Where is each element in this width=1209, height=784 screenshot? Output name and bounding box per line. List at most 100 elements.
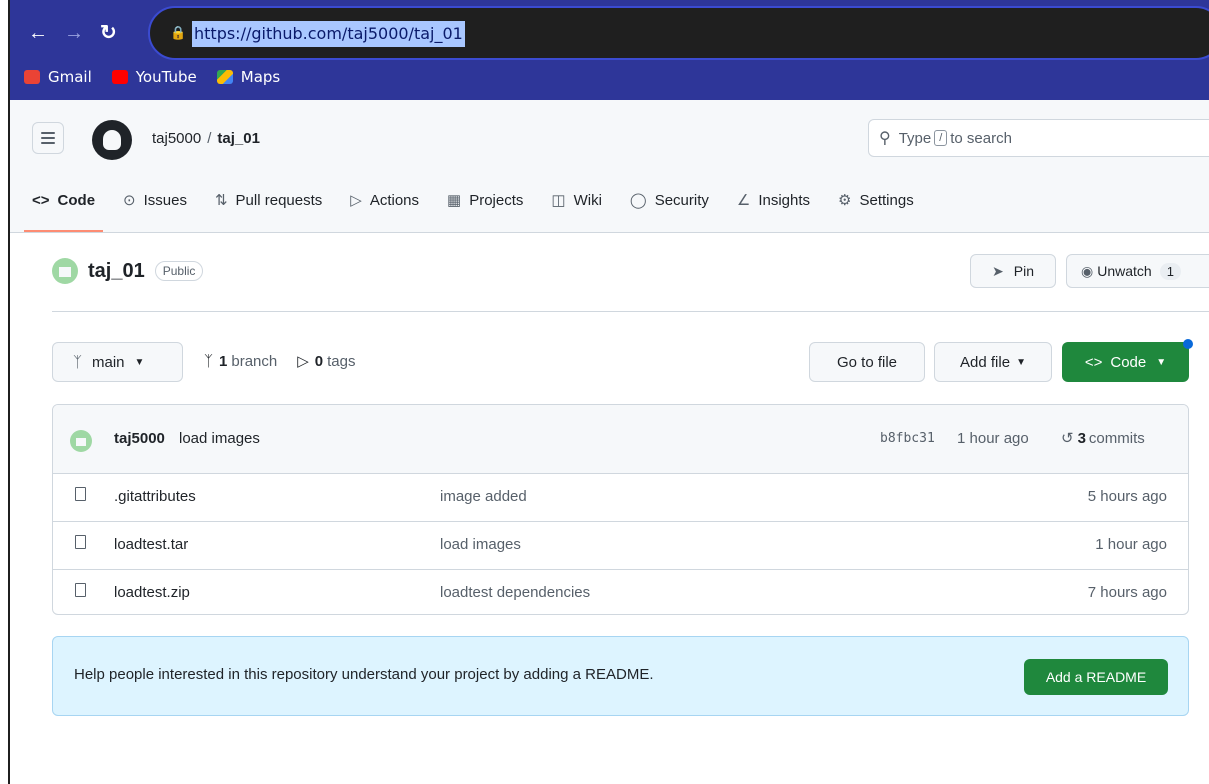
search-shortcut-key: / bbox=[934, 130, 948, 146]
eye-icon: ◉ bbox=[1081, 262, 1094, 279]
branch-icon: ᛉ bbox=[204, 352, 214, 370]
file-age: 7 hours ago bbox=[1087, 584, 1167, 601]
file-commit-message[interactable]: loadtest dependencies bbox=[440, 584, 590, 601]
tab-label: Code bbox=[57, 191, 96, 209]
code-label: Code bbox=[1110, 353, 1147, 371]
notification-dot bbox=[1183, 339, 1193, 349]
repo-tabs: <> Code ⊙ Issues ⇅ Pull requests ▷ Actions ▦… bbox=[23, 180, 942, 232]
youtube-icon bbox=[111, 70, 128, 84]
issue-icon: ⊙ bbox=[123, 192, 136, 209]
search-input[interactable]: ⚲ Type / to search bbox=[868, 119, 1209, 157]
shield-icon: ◯ bbox=[629, 192, 647, 209]
tab-label: Wiki bbox=[573, 191, 602, 209]
commit-message[interactable]: load images bbox=[179, 430, 260, 447]
tab-pull-requests[interactable]: ⇅ Pull requests bbox=[215, 180, 322, 220]
branch-tag-meta: ᛉ 1 branch ▷ 0 tags bbox=[204, 352, 355, 371]
caret-down-icon: ▼ bbox=[1016, 356, 1026, 368]
add-readme-button[interactable]: Add a README bbox=[1024, 659, 1168, 695]
watch-count: 1 bbox=[1159, 262, 1181, 280]
github-logo-icon[interactable] bbox=[92, 120, 132, 160]
history-icon: ↺ bbox=[1061, 430, 1074, 447]
table-icon: ▦ bbox=[447, 192, 462, 209]
tab-settings[interactable]: ⚙ Settings bbox=[838, 180, 914, 220]
code-button[interactable]: <> Code ▼ bbox=[1062, 342, 1189, 382]
branch-link[interactable]: branch bbox=[231, 353, 277, 370]
divider bbox=[52, 311, 1209, 312]
tag-count[interactable]: 0 bbox=[315, 353, 323, 370]
bookmark-maps[interactable]: Maps bbox=[216, 68, 280, 86]
gmail-icon bbox=[24, 70, 40, 84]
tab-label: Issues bbox=[143, 191, 187, 209]
book-icon: ◫ bbox=[551, 192, 566, 209]
avatar[interactable] bbox=[70, 430, 92, 452]
bookmark-gmail[interactable]: Gmail bbox=[24, 68, 92, 86]
file-icon bbox=[75, 535, 86, 549]
file-icon bbox=[75, 487, 86, 501]
menu-icon[interactable] bbox=[32, 122, 64, 154]
tab-code[interactable]: <> Code bbox=[23, 180, 104, 232]
file-browser: taj5000 load images b8fbc31 1 hour ago ↺… bbox=[52, 404, 1189, 615]
caret-down-icon: ▼ bbox=[134, 356, 145, 368]
unwatch-button[interactable]: ◉ Unwatch 1 bbox=[1066, 254, 1209, 288]
branch-select-button[interactable]: ᛉ main ▼ bbox=[52, 342, 183, 382]
breadcrumb: taj5000 / taj_01 bbox=[152, 130, 260, 147]
repo-name[interactable]: taj_01 bbox=[88, 260, 145, 283]
breadcrumb-owner[interactable]: taj5000 bbox=[152, 130, 201, 147]
tab-security[interactable]: ◯ Security bbox=[630, 180, 709, 220]
commit-time: 1 hour ago bbox=[957, 430, 1029, 447]
tab-wiki[interactable]: ◫ Wiki bbox=[551, 180, 602, 220]
play-icon: ▷ bbox=[350, 192, 362, 209]
file-commit-message[interactable]: image added bbox=[440, 488, 527, 505]
avatar[interactable] bbox=[52, 258, 78, 284]
bookmark-youtube[interactable]: YouTube bbox=[111, 68, 197, 86]
commits-link[interactable]: ↺ 3 commits bbox=[1061, 429, 1145, 448]
branch-name: main bbox=[92, 353, 125, 371]
arrow-right-icon[interactable]: → bbox=[64, 20, 84, 46]
branch-count[interactable]: 1 bbox=[219, 353, 227, 370]
arrow-left-icon[interactable]: ← bbox=[28, 20, 48, 46]
tab-label: Settings bbox=[859, 191, 914, 209]
file-name[interactable]: loadtest.zip bbox=[114, 584, 190, 601]
tags-link[interactable]: tags bbox=[327, 353, 355, 370]
code-icon: <> bbox=[1084, 353, 1103, 371]
gear-icon: ⚙ bbox=[838, 192, 852, 209]
url-text[interactable]: https://github.com/taj5000/taj_01 bbox=[192, 21, 465, 47]
commit-count: 3 bbox=[1077, 429, 1086, 447]
unwatch-label: Unwatch bbox=[1097, 263, 1152, 279]
file-name[interactable]: .gitattributes bbox=[114, 488, 196, 505]
pin-button[interactable]: ➤ Pin bbox=[970, 254, 1056, 288]
tab-label: Pull requests bbox=[235, 191, 323, 209]
latest-commit-row: taj5000 load images b8fbc31 1 hour ago ↺… bbox=[53, 405, 1188, 474]
search-icon: ⚲ bbox=[879, 130, 891, 147]
caret-down-icon: ▼ bbox=[1156, 356, 1167, 368]
file-row[interactable]: loadtest.zip loadtest dependencies 7 hou… bbox=[53, 570, 1188, 614]
go-to-file-button[interactable]: Go to file bbox=[809, 342, 925, 382]
commit-author[interactable]: taj5000 bbox=[114, 430, 165, 447]
pull-request-icon: ⇅ bbox=[214, 192, 228, 209]
breadcrumb-repo[interactable]: taj_01 bbox=[217, 130, 260, 147]
tab-insights[interactable]: ∠ Insights bbox=[737, 180, 810, 220]
browser-chrome: ← → ↻ 🔒 https://github.com/taj5000/taj_0… bbox=[10, 0, 1209, 100]
code-icon: <> bbox=[32, 191, 50, 209]
github-header: taj5000 / taj_01 ⚲ Type / to search <> Code… bbox=[10, 100, 1209, 233]
lock-icon: 🔒 bbox=[170, 25, 187, 40]
breadcrumb-separator: / bbox=[207, 130, 212, 147]
readme-banner-text: Help people interested in this repositor… bbox=[74, 666, 654, 683]
search-suffix: to search bbox=[950, 129, 1012, 147]
tab-projects[interactable]: ▦ Projects bbox=[447, 180, 523, 220]
tab-actions[interactable]: ▷ Actions bbox=[350, 180, 419, 220]
file-row[interactable]: .gitattributes image added 5 hours ago bbox=[53, 474, 1188, 522]
reload-icon[interactable]: ↻ bbox=[100, 20, 117, 46]
add-file-button[interactable]: Add file ▼ bbox=[934, 342, 1052, 382]
file-name[interactable]: loadtest.tar bbox=[114, 536, 188, 553]
browser-toolbar: ← → ↻ 🔒 https://github.com/taj5000/taj_0… bbox=[10, 0, 1209, 65]
file-age: 1 hour ago bbox=[1095, 536, 1167, 553]
address-bar[interactable]: 🔒 https://github.com/taj5000/taj_01 bbox=[148, 6, 1209, 60]
commit-sha[interactable]: b8fbc31 bbox=[880, 431, 935, 446]
pin-icon: ➤ bbox=[992, 262, 1004, 279]
file-age: 5 hours ago bbox=[1087, 488, 1167, 505]
tab-issues[interactable]: ⊙ Issues bbox=[123, 180, 187, 220]
file-commit-message[interactable]: load images bbox=[440, 536, 521, 553]
file-icon bbox=[75, 583, 86, 597]
file-row[interactable]: loadtest.tar load images 1 hour ago bbox=[53, 522, 1188, 570]
